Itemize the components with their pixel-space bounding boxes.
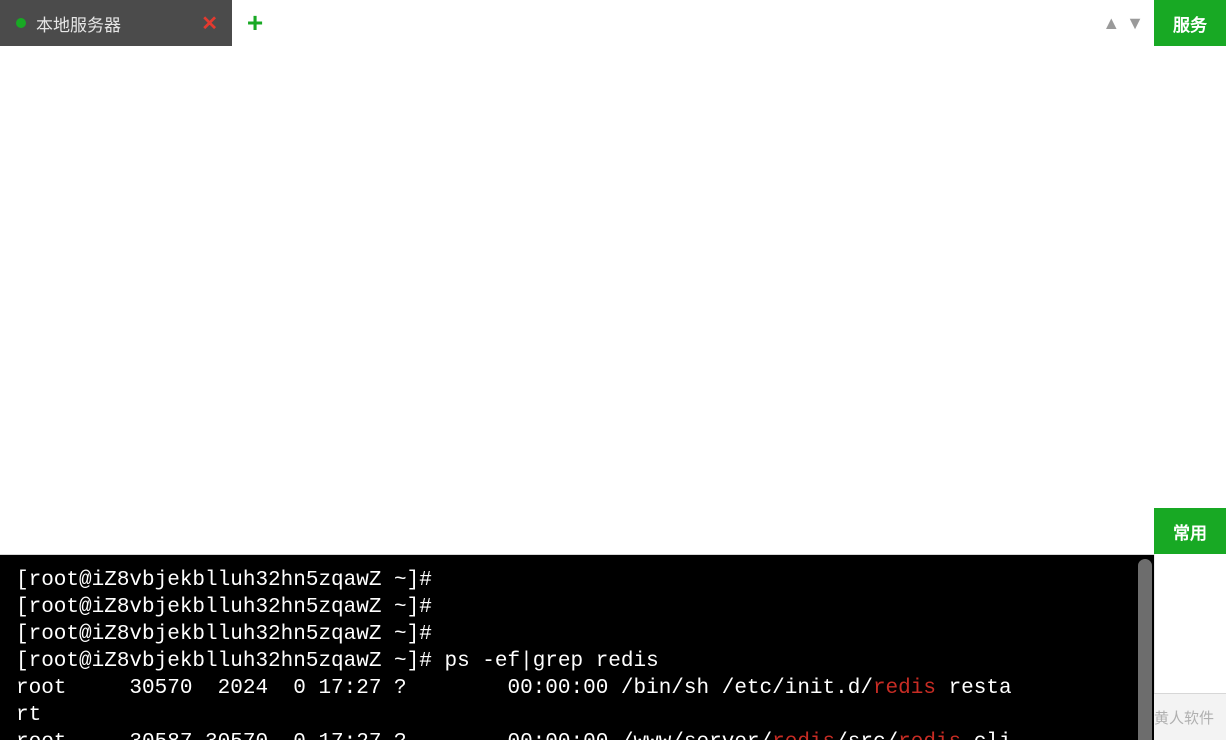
right-gutter [1154,554,1226,693]
scrollbar-thumb[interactable] [1138,559,1152,740]
services-button[interactable]: 服务 [1154,0,1226,46]
tab-bar: 本地服务器 ✕ + ▲ ▼ [0,0,1154,46]
tab-title: 本地服务器 [36,11,121,36]
arrow-down-icon[interactable]: ▼ [1126,13,1144,34]
terminal-panel[interactable]: [root@iZ8vbjekblluh32hn5zqawZ ~]# [root@… [0,554,1154,740]
terminal-scrollbar[interactable] [1138,559,1152,740]
tab-nav-arrows: ▲ ▼ [1102,13,1154,34]
terminal-output: [root@iZ8vbjekblluh32hn5zqawZ ~]# [root@… [0,555,1154,740]
common-button[interactable]: 常用 [1154,508,1226,554]
close-icon[interactable]: ✕ [201,11,218,36]
right-sidebar: 服务 常用 [1154,0,1226,554]
arrow-up-icon[interactable]: ▲ [1102,13,1120,34]
connection-indicator-icon [16,18,26,28]
add-tab-button[interactable]: + [232,0,278,46]
terminal-tab[interactable]: 本地服务器 ✕ [0,0,232,46]
